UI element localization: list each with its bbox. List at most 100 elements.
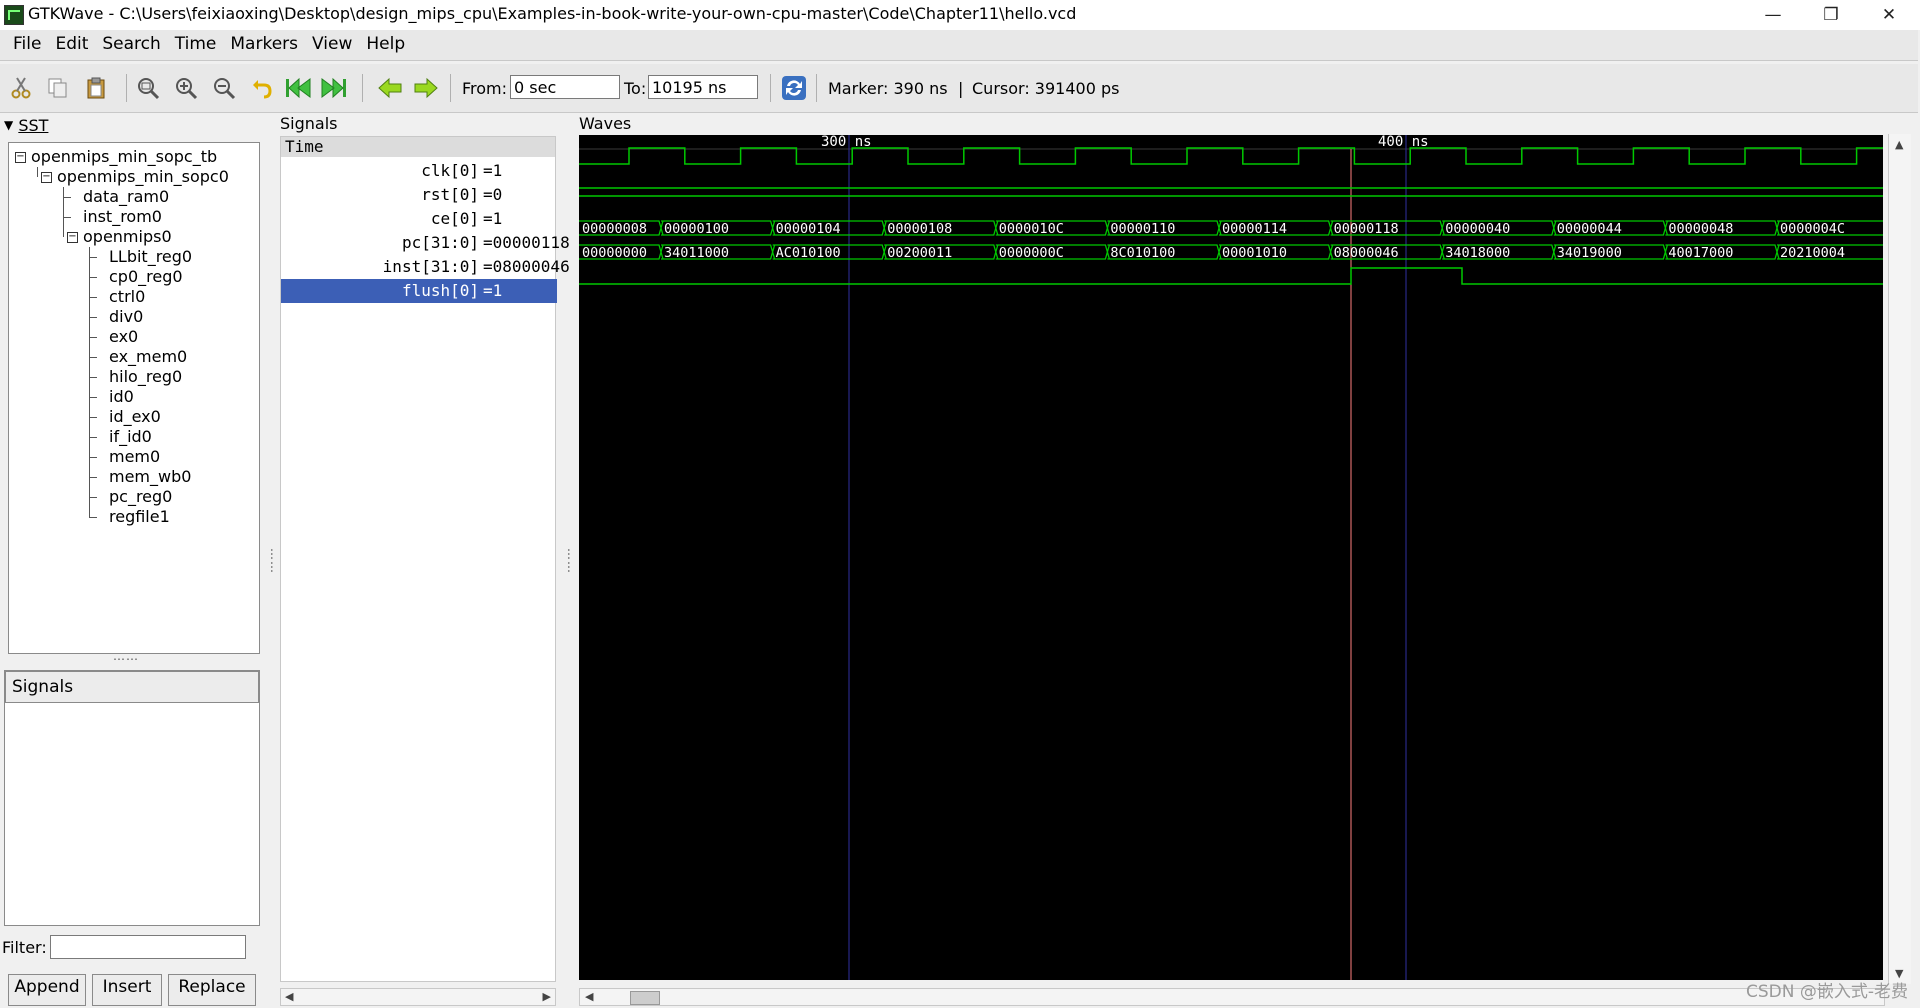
pc-bus-value-label: 0000010C xyxy=(999,221,1064,237)
sst-tree-item[interactable]: id_ex0 xyxy=(109,407,161,426)
tree-branch-line xyxy=(89,357,97,358)
append-button[interactable]: Append xyxy=(8,974,86,1006)
sst-tree-item[interactable]: hilo_reg0 xyxy=(109,367,182,386)
signals-hscrollbar[interactable]: ◀ ▶ xyxy=(280,988,556,1006)
tree-branch-line xyxy=(89,317,97,318)
sst-signals-list[interactable]: Signals xyxy=(4,670,260,926)
menu-file[interactable]: File xyxy=(6,30,48,54)
inst-bus-value-label: 8C010100 xyxy=(1110,245,1175,261)
gtkwave-app-icon xyxy=(4,5,24,25)
restore-button[interactable]: ❐ xyxy=(1802,0,1860,30)
zoom-fit-icon[interactable] xyxy=(134,74,162,102)
menu-markers[interactable]: Markers xyxy=(223,30,305,54)
signal-name: ce[0] xyxy=(430,209,479,228)
waves-panel-title: Waves xyxy=(579,114,632,133)
signals-panel[interactable]: Time clk[0] =1 rst[0] =0 ce[0] =1 pc[31:0] =000… xyxy=(280,136,570,982)
sst-tree-item[interactable]: pc_reg0 xyxy=(109,487,172,506)
sst-signals-header[interactable]: Signals xyxy=(5,671,259,703)
sst-tree[interactable]: − openmips_min_sopc_tb − openmips_min_sopc0… xyxy=(8,142,260,654)
signal-row[interactable]: pc[31:0] =00000118 xyxy=(281,231,570,255)
reload-icon[interactable] xyxy=(780,74,808,102)
sst-tree-item[interactable]: mem_wb0 xyxy=(109,467,191,486)
scrollbar-thumb[interactable] xyxy=(630,991,660,1005)
pc-bus-value-label: 00000008 xyxy=(582,221,647,237)
sst-tree-item[interactable]: openmips_min_sopc_tb xyxy=(31,147,217,166)
signal-row[interactable]: rst[0] =0 xyxy=(281,183,557,207)
menu-help[interactable]: Help xyxy=(359,30,412,54)
sst-header[interactable]: ▼ SST xyxy=(4,116,48,135)
tree-connector-line xyxy=(37,167,38,177)
minimize-button[interactable]: — xyxy=(1744,0,1802,30)
waves-vscrollbar[interactable]: ▲ ▼ xyxy=(1888,134,1911,984)
signal-row[interactable]: flush[0] =1 xyxy=(281,279,557,303)
sst-tree-item[interactable]: div0 xyxy=(109,307,143,326)
sst-tree-item[interactable]: mem0 xyxy=(109,447,160,466)
menu-time[interactable]: Time xyxy=(168,30,224,54)
waves-hscrollbar[interactable]: ◀ xyxy=(579,988,1885,1006)
signal-value: =0 xyxy=(483,185,503,204)
menu-edit[interactable]: Edit xyxy=(48,30,95,54)
wave-canvas[interactable]: 300 ns 400 ns 00000008 00000100 00000104 0000… xyxy=(579,135,1883,980)
vertical-splitter-grip-2[interactable]: ⋯⋯ xyxy=(562,548,576,574)
cursor-readout: Cursor: 391400 ps xyxy=(972,79,1120,98)
window-title: GTKWave - C:\Users\feixiaoxing\Desktop\d… xyxy=(28,4,1077,23)
replace-button[interactable]: Replace xyxy=(168,974,256,1006)
pc-bus-value-label: 00000040 xyxy=(1445,221,1510,237)
sst-tree-item[interactable]: id0 xyxy=(109,387,134,406)
tree-branch-line xyxy=(89,477,97,478)
zoom-out-icon[interactable] xyxy=(210,74,238,102)
time-header: Time xyxy=(281,137,555,157)
to-input[interactable]: 10195 ns xyxy=(648,75,758,99)
vertical-splitter-grip[interactable]: ⋯⋯ xyxy=(265,548,279,574)
from-input[interactable]: 0 sec xyxy=(510,75,620,99)
undo-zoom-icon[interactable] xyxy=(248,74,276,102)
scroll-left-icon[interactable]: ◀ xyxy=(585,990,593,1003)
signal-name: flush[0] xyxy=(401,281,479,300)
zoom-in-icon[interactable] xyxy=(172,74,200,102)
pc-bus-value-label: 00000100 xyxy=(664,221,729,237)
sst-tree-item[interactable]: openmips_min_sopc0 xyxy=(57,167,229,186)
sst-tree-item[interactable]: if_id0 xyxy=(109,427,152,446)
menu-search[interactable]: Search xyxy=(95,30,167,54)
sst-tree-item[interactable]: ex0 xyxy=(109,327,138,346)
pc-bus-value-label: 00000118 xyxy=(1334,221,1399,237)
scroll-left-icon[interactable]: ◀ xyxy=(285,990,293,1003)
tree-branch-line xyxy=(89,457,97,458)
sst-tree-item[interactable]: openmips0 xyxy=(83,227,172,246)
tree-collapse-icon[interactable]: − xyxy=(41,172,52,183)
sst-tree-item[interactable]: LLbit_reg0 xyxy=(109,247,192,266)
sst-tree-item[interactable]: inst_rom0 xyxy=(83,207,162,226)
left-arrow-icon[interactable] xyxy=(376,74,404,102)
tree-collapse-icon[interactable]: − xyxy=(67,232,78,243)
pc-bus-value-label: 0000004C xyxy=(1780,221,1845,237)
signal-value: =00000118 xyxy=(483,233,570,252)
insert-button[interactable]: Insert xyxy=(92,974,162,1006)
scroll-right-icon[interactable]: ▶ xyxy=(543,990,551,1003)
sst-tree-item[interactable]: data_ram0 xyxy=(83,187,169,206)
signal-row[interactable]: inst[31:0] =08000046 xyxy=(281,255,570,279)
cut-icon[interactable] xyxy=(8,74,36,102)
signal-value: =1 xyxy=(483,209,503,228)
signal-row[interactable]: ce[0] =1 xyxy=(281,207,557,231)
sst-tree-item[interactable]: ctrl0 xyxy=(109,287,145,306)
paste-icon[interactable] xyxy=(82,74,110,102)
right-arrow-icon[interactable] xyxy=(412,74,440,102)
jump-start-icon[interactable] xyxy=(284,74,312,102)
sst-tree-item[interactable]: ex_mem0 xyxy=(109,347,187,366)
close-button[interactable]: ✕ xyxy=(1860,0,1918,30)
pc-bus-value-label: 00000104 xyxy=(776,221,841,237)
tree-collapse-icon[interactable]: − xyxy=(15,152,26,163)
inst-bus-value-label: AC010100 xyxy=(776,245,841,261)
jump-end-icon[interactable] xyxy=(320,74,348,102)
inst-bus-value-label: 08000046 xyxy=(1334,245,1399,261)
signals-panel-title: Signals xyxy=(280,114,338,133)
sst-title: SST xyxy=(18,116,49,135)
pane-splitter-grip[interactable]: ⋯⋯ xyxy=(113,652,139,666)
scroll-up-icon[interactable]: ▲ xyxy=(1895,138,1903,151)
copy-icon[interactable] xyxy=(44,74,72,102)
menu-view[interactable]: View xyxy=(305,30,359,54)
sst-tree-item[interactable]: regfile1 xyxy=(109,507,170,526)
filter-input[interactable] xyxy=(50,935,246,959)
signal-row[interactable]: clk[0] =1 xyxy=(281,159,557,183)
sst-tree-item[interactable]: cp0_reg0 xyxy=(109,267,183,286)
